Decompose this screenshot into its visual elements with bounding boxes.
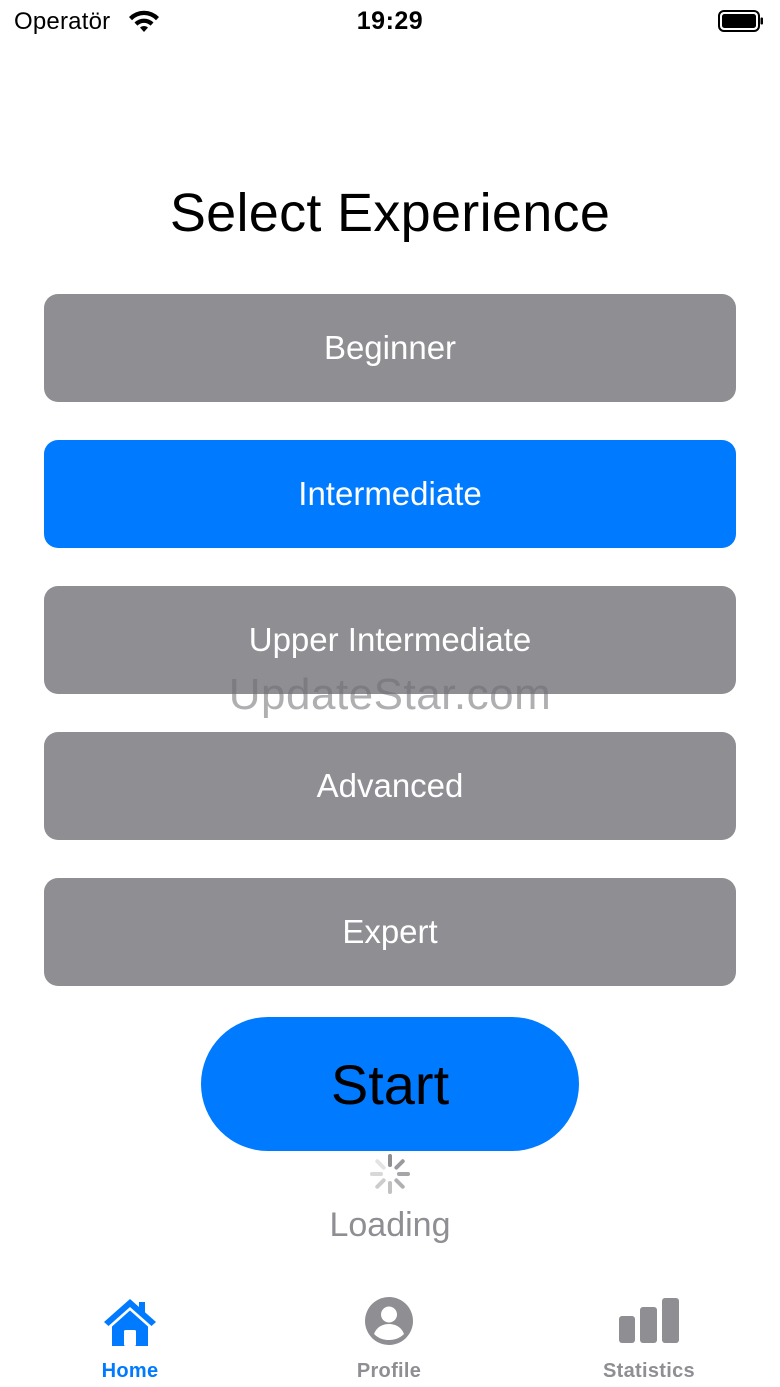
status-time: 19:29 — [356, 7, 424, 35]
house-icon — [104, 1299, 156, 1346]
battery-icon — [718, 10, 763, 32]
experience-options: Beginner Intermediate Upper Intermediate… — [44, 294, 736, 1024]
person-circle-icon — [365, 1297, 413, 1345]
option-advanced-button[interactable]: Advanced — [44, 732, 736, 840]
tab-home[interactable]: Home — [50, 1290, 210, 1387]
loading-spinner-icon — [370, 1154, 410, 1194]
option-expert-button[interactable]: Expert — [44, 878, 736, 986]
tab-bar: Home Profile Statistics — [0, 1290, 780, 1387]
tab-statistics[interactable]: Statistics — [569, 1290, 729, 1387]
tab-statistics-label: Statistics — [603, 1360, 695, 1382]
tab-profile[interactable]: Profile — [309, 1290, 469, 1387]
option-upper-intermediate-button[interactable]: Upper Intermediate — [44, 586, 736, 694]
chart-bars-icon — [619, 1298, 679, 1343]
loading-label: Loading — [329, 1206, 451, 1244]
option-beginner-button[interactable]: Beginner — [44, 294, 736, 402]
tab-home-label: Home — [101, 1360, 159, 1382]
start-button[interactable]: Start — [201, 1017, 579, 1151]
tab-profile-label: Profile — [356, 1360, 422, 1382]
page-title: Select Experience — [169, 183, 611, 243]
status-bar: Operatör 19:29 — [0, 0, 780, 44]
option-intermediate-button[interactable]: Intermediate — [44, 440, 736, 548]
